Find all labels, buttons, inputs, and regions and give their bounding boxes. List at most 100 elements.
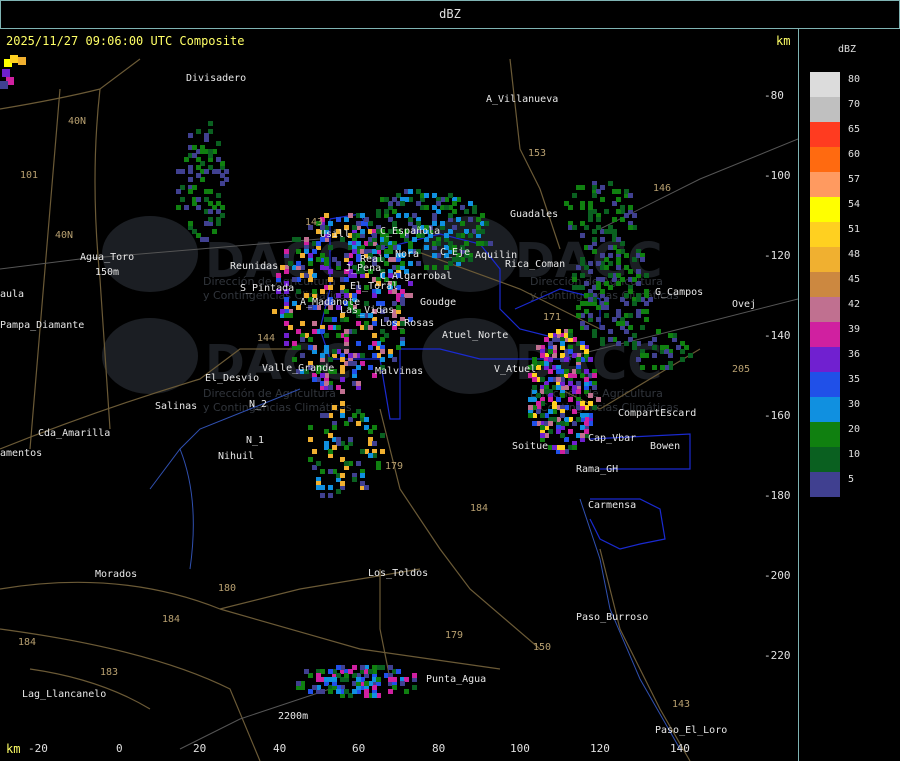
legend-swatch-36 (810, 347, 840, 372)
place-label: J_Pena (345, 263, 382, 274)
y-tick: -180 (764, 489, 791, 502)
radar-map[interactable]: DACC DACC DACC DACC Dirección de Agricul… (0, 29, 798, 761)
legend-label-54: 54 (848, 199, 861, 210)
place-label: Pampa_Diamante (0, 320, 85, 331)
road-number: 150 (533, 642, 552, 653)
x-tick: 100 (510, 742, 530, 755)
place-label: Malvinas (375, 366, 424, 377)
place-label: Ovej (732, 299, 757, 310)
place-label: C_Española (380, 226, 441, 237)
road-number: 153 (528, 148, 547, 159)
road-number: 179 (385, 461, 404, 472)
road-number: 179 (445, 630, 464, 641)
legend-swatch-70 (810, 97, 840, 122)
legend-title: dBZ (838, 44, 857, 55)
title-bar: dBZ (0, 0, 900, 29)
road-number: 143 (672, 699, 691, 710)
place-label: Salinas (155, 401, 198, 412)
legend-swatch-35 (810, 372, 840, 397)
legend-swatch-57 (810, 172, 840, 197)
legend-swatch-51 (810, 222, 840, 247)
legend-label-35: 35 (848, 374, 861, 385)
legend-swatch-10 (810, 447, 840, 472)
place-label: Nora (395, 249, 420, 260)
road-number: 171 (543, 312, 562, 323)
y-tick: -140 (764, 329, 791, 342)
legend-label-57: 57 (848, 174, 861, 185)
legend-label-30: 30 (848, 399, 861, 410)
place-label: Bowen (650, 441, 681, 452)
place-label: Los_Toldos (368, 568, 429, 579)
road-number: 180 (218, 583, 237, 594)
x-tick: 0 (116, 742, 123, 755)
legend-swatch-60 (810, 147, 840, 172)
y-tick: -100 (764, 169, 791, 182)
place-label: Rica_Coman (505, 259, 566, 270)
legend-label-45: 45 (848, 274, 861, 285)
legend-swatch-80 (810, 72, 840, 97)
place-label: 2200m (278, 711, 309, 722)
road-number: 184 (470, 503, 489, 514)
legend-label-39: 39 (848, 324, 861, 335)
x-tick: -20 (28, 742, 48, 755)
legend-swatch-48 (810, 247, 840, 272)
place-label: Paso_El_Loro (655, 725, 728, 736)
place-label: 150m (95, 267, 120, 278)
x-tick: 60 (352, 742, 366, 755)
legend-label-70: 70 (848, 99, 861, 110)
road-number: 101 (20, 170, 39, 181)
road-number: 40N (55, 230, 74, 241)
place-label: Soitue (512, 441, 549, 452)
legend-label-51: 51 (848, 224, 861, 235)
legend-label-65: 65 (848, 124, 861, 135)
place-label: El_Desvio (205, 373, 260, 384)
place-label: Guadales (510, 209, 559, 220)
legend-swatch-45 (810, 272, 840, 297)
place-label: S_Pintada (240, 283, 295, 294)
y-tick: -200 (764, 569, 791, 582)
place-label: A_Villanueva (486, 94, 559, 105)
place-label: amentos (0, 448, 43, 459)
legend-label-10: 10 (848, 449, 861, 460)
legend-swatch-30 (810, 397, 840, 422)
legend-label-42: 42 (848, 299, 861, 310)
road-number: 144 (257, 333, 276, 344)
x-tick: 140 (670, 742, 690, 755)
road-number: 205 (732, 364, 751, 375)
place-label: G_Campos (655, 287, 704, 298)
road-number: 184 (162, 614, 181, 625)
place-label: Cap_Vbar (588, 433, 637, 444)
product-title: dBZ (439, 7, 461, 21)
y-tick: -160 (764, 409, 791, 422)
legend-swatch-54 (810, 197, 840, 222)
y-tick: -220 (764, 649, 791, 662)
place-label: Rama_GH (576, 464, 619, 475)
place-label: Valle_Grande (262, 363, 335, 374)
place-label: C_Eje (440, 247, 471, 258)
road-number: 40N (68, 116, 87, 127)
km-unit-top: km (776, 34, 791, 48)
legend-swatch-20 (810, 422, 840, 447)
place-label: Carmensa (588, 500, 637, 511)
place-label: V_Atuel (494, 364, 537, 375)
road-number: 183 (100, 667, 119, 678)
x-tick: 20 (193, 742, 207, 755)
place-label: Usill (320, 229, 351, 240)
legend-label-48: 48 (848, 249, 861, 260)
legend-swatch-42 (810, 297, 840, 322)
place-label: Cda_Amarilla (38, 428, 111, 439)
road-number: 146 (653, 183, 672, 194)
place-label: Punta_Agua (426, 674, 487, 685)
legend-swatch-65 (810, 122, 840, 147)
x-tick: 80 (432, 742, 446, 755)
place-label: Paso_Burroso (576, 612, 649, 623)
place-label: A_Madanote (300, 297, 361, 308)
road-number: 143 (305, 217, 324, 228)
place-label: aula (0, 289, 25, 300)
place-label: Divisadero (186, 73, 247, 84)
legend-label-80: 80 (848, 74, 861, 85)
legend-label-60: 60 (848, 149, 861, 160)
timestamp: 2025/11/27 09:06:00 UTC Composite (6, 34, 245, 48)
road-number: 184 (18, 637, 37, 648)
place-label: Lag_Llancanelo (22, 689, 107, 700)
